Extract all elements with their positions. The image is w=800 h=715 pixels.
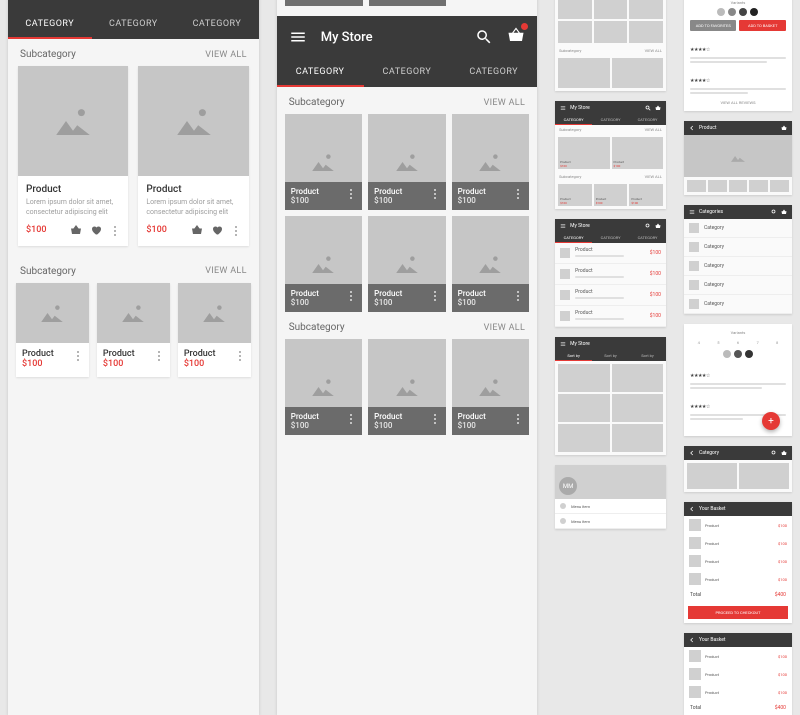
more-icon[interactable] — [346, 412, 356, 424]
back-icon — [689, 125, 695, 131]
product-card[interactable]: Product$100 — [452, 339, 529, 435]
basket-icon — [781, 125, 787, 131]
heart-icon[interactable] — [211, 224, 223, 236]
mockup-thumbnails-col-b: Variants ADD TO FAVORITESADD TO BASKET ★… — [684, 0, 792, 715]
search-icon[interactable] — [475, 28, 493, 46]
view-all-link[interactable]: VIEW ALL — [205, 50, 246, 60]
tab-category[interactable]: CATEGORY — [92, 10, 176, 39]
basket-icon[interactable] — [70, 224, 82, 236]
menu-icon — [560, 223, 566, 229]
basket-icon — [655, 223, 661, 229]
thumbnail-variant-picker: Variants 45678 ★★★★☆ ★★★★☆ + — [684, 324, 792, 436]
more-icon[interactable] — [346, 289, 356, 301]
product-card[interactable]: Product$100 — [369, 0, 446, 6]
back-icon — [689, 450, 695, 456]
thumbnail-categories: Categories Category Category Category Ca… — [684, 205, 792, 314]
menu-icon[interactable] — [289, 28, 307, 46]
mockup-home-cards: Product$100 Product$100 Product$100 My S… — [8, 0, 259, 715]
more-icon[interactable] — [235, 349, 245, 361]
more-icon[interactable] — [346, 187, 356, 199]
mockup-grid-overlay: Product$100 Product$100 My Store CATEGOR… — [277, 0, 537, 715]
tab-category[interactable]: CATEGORY — [450, 58, 537, 87]
menu-icon — [560, 105, 566, 111]
heart-icon[interactable] — [90, 224, 102, 236]
tab-category[interactable]: CATEGORY — [175, 10, 259, 39]
thumbnail-category-grid: Category — [684, 446, 792, 492]
thumbnail-screen: My Store CATEGORYCATEGORYCATEGORY Subcat… — [555, 101, 666, 209]
menu-icon — [560, 341, 566, 347]
more-icon[interactable] — [513, 412, 523, 424]
subcategory-label: Subcategory — [20, 49, 76, 60]
tab-category[interactable]: CATEGORY — [364, 58, 451, 87]
thumbnail-basket: Your Basket Product$100 Product$100 Prod… — [684, 633, 792, 715]
search-icon — [645, 105, 651, 111]
view-all-link[interactable]: VIEW ALL — [205, 266, 246, 276]
product-card[interactable]: Product$100 — [285, 114, 362, 210]
product-card[interactable]: Product$100 — [285, 0, 363, 6]
more-icon[interactable] — [231, 224, 241, 236]
category-tabs: CATEGORY CATEGORY CATEGORY — [8, 10, 259, 39]
view-all-link[interactable]: VIEW ALL — [484, 323, 525, 333]
more-icon[interactable] — [110, 224, 120, 236]
product-card[interactable]: Product$100 — [452, 114, 529, 210]
more-icon[interactable] — [513, 289, 523, 301]
more-icon[interactable] — [430, 412, 440, 424]
more-icon[interactable] — [430, 187, 440, 199]
product-card[interactable]: Product$100 — [368, 114, 445, 210]
tab-category[interactable]: CATEGORY — [277, 58, 364, 87]
thumbnail-basket: Your Basket Product$100 Product$100 Prod… — [684, 502, 792, 623]
product-image-placeholder — [138, 66, 248, 176]
list-view: Product$100 Product$100 Product$100 Prod… — [555, 243, 666, 327]
product-card[interactable]: Product$100 — [368, 216, 445, 312]
add-favorite-button[interactable]: ADD TO FAVORITES — [690, 20, 737, 31]
product-card-large[interactable]: Product Lorem ipsum dolor sit amet, cons… — [138, 66, 248, 246]
product-card[interactable]: Product$100 — [16, 283, 89, 377]
checkout-button[interactable]: PROCEED TO CHECKOUT — [688, 606, 788, 619]
section-header: Subcategory VIEW ALL — [8, 39, 259, 66]
basket-icon[interactable] — [191, 224, 203, 236]
menu-icon — [689, 209, 695, 215]
product-card-large[interactable]: Product Lorem ipsum dolor sit amet, cons… — [18, 66, 128, 246]
section-header: SubcategoryVIEW ALL — [8, 256, 259, 283]
back-icon — [689, 637, 695, 643]
tab-category[interactable]: CATEGORY — [8, 10, 92, 39]
more-icon[interactable] — [513, 187, 523, 199]
more-icon[interactable] — [154, 349, 164, 361]
basket-icon — [781, 450, 787, 456]
cart-button[interactable] — [507, 26, 525, 48]
thumbnail-screen: My Store Sort bySort bySort by — [555, 337, 666, 455]
product-card[interactable]: Product$100 — [178, 283, 251, 377]
basket-icon — [655, 105, 661, 111]
fab-add[interactable]: + — [762, 412, 780, 430]
add-basket-button[interactable]: ADD TO BASKET — [739, 20, 786, 31]
product-card[interactable]: Product$100 — [285, 216, 362, 312]
search-icon — [645, 223, 651, 229]
mockup-thumbnails-col-a: SubcategoryVIEW ALL My Store CATEGORYCAT… — [555, 0, 666, 715]
app-bar: My Store CATEGORY CATEGORY CATEGORY — [277, 16, 537, 87]
basket-icon — [781, 209, 787, 215]
thumbnail-drawer: MM Menu item Menu item — [555, 465, 666, 529]
view-all-link[interactable]: VIEW ALL — [484, 98, 525, 108]
thumbnail-product-page: Product — [684, 121, 792, 195]
product-image-placeholder — [18, 66, 128, 176]
product-description: Lorem ipsum dolor sit amet, consectetur … — [26, 198, 120, 218]
back-icon — [689, 506, 695, 512]
app-bar: My Store CATEGORY CATEGORY CATEGORY — [8, 0, 259, 39]
product-card[interactable]: Product$100 — [285, 339, 362, 435]
search-icon — [771, 209, 777, 215]
product-card[interactable]: Product$100 — [368, 339, 445, 435]
product-card[interactable]: Product$100 — [97, 283, 170, 377]
thumbnail-product-detail: Variants ADD TO FAVORITESADD TO BASKET ★… — [684, 0, 792, 111]
thumbnail-screen: SubcategoryVIEW ALL — [555, 0, 666, 91]
product-card[interactable]: Product$100 — [452, 216, 529, 312]
thumbnail-screen: My Store CATEGORYCATEGORYCATEGORY Produc… — [555, 219, 666, 327]
search-icon — [771, 450, 777, 456]
more-icon[interactable] — [73, 349, 83, 361]
more-icon[interactable] — [430, 289, 440, 301]
